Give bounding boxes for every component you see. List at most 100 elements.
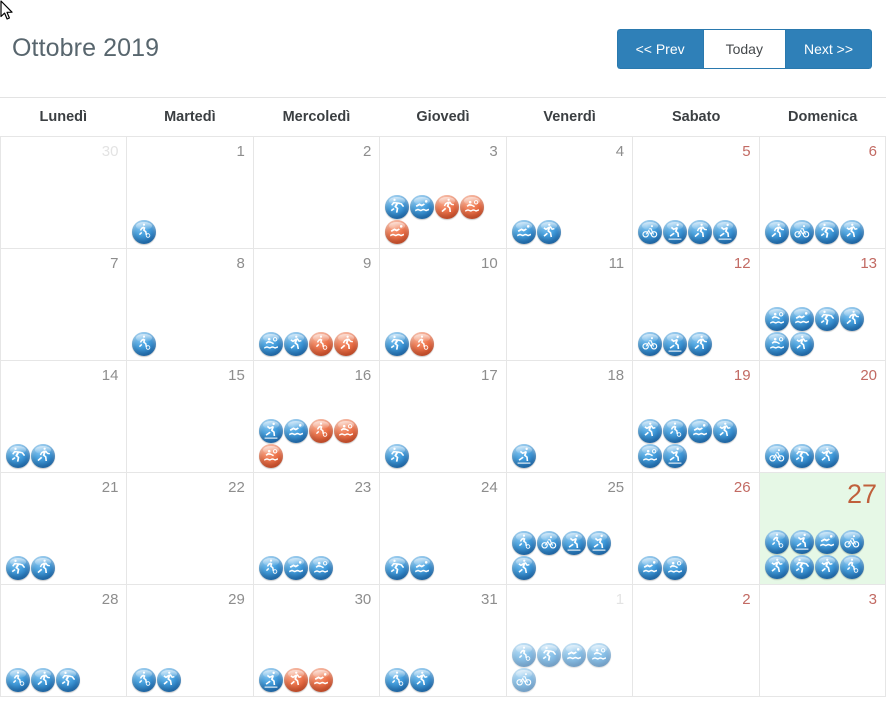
sport-dance-icon[interactable]: [814, 444, 839, 468]
sport-skating-icon[interactable]: [561, 531, 586, 555]
sport-swimming-icon[interactable]: [308, 668, 333, 692]
calendar-day-cell[interactable]: 1: [506, 585, 634, 697]
sport-swimming-icon[interactable]: [410, 556, 435, 580]
calendar-day-cell[interactable]: 14: [1, 361, 128, 473]
sport-swimming-icon[interactable]: [638, 556, 663, 580]
sport-running-icon[interactable]: [31, 556, 55, 580]
today-button[interactable]: Today: [702, 28, 786, 69]
sport-dance-icon[interactable]: [764, 555, 789, 579]
sport-running-icon[interactable]: [839, 307, 864, 331]
sport-running-icon[interactable]: [333, 332, 358, 356]
calendar-day-cell[interactable]: 20: [759, 361, 886, 473]
sport-gymnastics-icon[interactable]: [385, 195, 410, 219]
sport-running-icon[interactable]: [31, 444, 55, 468]
calendar-day-cell[interactable]: 6: [759, 137, 886, 249]
sport-skating-icon[interactable]: [258, 419, 283, 443]
calendar-day-cell[interactable]: 26: [633, 473, 760, 585]
sport-soccer-icon[interactable]: [308, 419, 333, 443]
sport-cycling-icon[interactable]: [638, 220, 663, 244]
calendar-day-cell[interactable]: 29: [127, 585, 254, 697]
sport-soccer-icon[interactable]: [511, 531, 536, 555]
sport-dance-icon[interactable]: [713, 419, 738, 443]
sport-swimming-icon[interactable]: [283, 419, 308, 443]
sport-skating-icon[interactable]: [713, 220, 738, 244]
sport-gymnastics-icon[interactable]: [536, 643, 561, 667]
sport-soccer-icon[interactable]: [258, 556, 283, 580]
sport-waterpolo-icon[interactable]: [460, 195, 485, 219]
sport-swimming-icon[interactable]: [283, 556, 308, 580]
sport-soccer-icon[interactable]: [132, 220, 157, 244]
calendar-day-cell[interactable]: 24: [380, 473, 507, 585]
sport-running-icon[interactable]: [688, 332, 713, 356]
calendar-day-cell[interactable]: 30: [253, 585, 381, 697]
sport-soccer-icon[interactable]: [410, 332, 435, 356]
calendar-day-cell[interactable]: 11: [506, 249, 634, 361]
sport-gymnastics-icon[interactable]: [385, 556, 410, 580]
calendar-day-cell[interactable]: 10: [380, 249, 507, 361]
calendar-day-cell[interactable]: 2: [633, 585, 760, 697]
sport-waterpolo-icon[interactable]: [663, 556, 688, 580]
calendar-day-cell[interactable]: 12: [633, 249, 760, 361]
sport-soccer-icon[interactable]: [839, 555, 864, 579]
calendar-day-cell[interactable]: 3: [759, 585, 886, 697]
sport-waterpolo-icon[interactable]: [258, 444, 283, 468]
sport-waterpolo-icon[interactable]: [586, 643, 611, 667]
calendar-day-cell[interactable]: 8: [127, 249, 254, 361]
sport-gymnastics-icon[interactable]: [789, 555, 814, 579]
sport-running-icon[interactable]: [435, 195, 460, 219]
calendar-day-cell[interactable]: 31: [380, 585, 507, 697]
sport-dance-icon[interactable]: [511, 556, 536, 580]
calendar-day-cell[interactable]: 18: [506, 361, 634, 473]
sport-skating-icon[interactable]: [663, 220, 688, 244]
sport-soccer-icon[interactable]: [385, 668, 410, 692]
sport-swimming-icon[interactable]: [385, 220, 410, 244]
sport-swimming-icon[interactable]: [410, 195, 435, 219]
calendar-day-cell[interactable]: 13: [759, 249, 886, 361]
calendar-day-cell[interactable]: 16: [253, 361, 381, 473]
sport-waterpolo-icon[interactable]: [764, 332, 789, 356]
next-month-button[interactable]: Next >>: [785, 28, 872, 69]
sport-gymnastics-icon[interactable]: [6, 444, 30, 468]
calendar-day-cell[interactable]: 1: [127, 137, 254, 249]
sport-cycling-icon[interactable]: [536, 531, 561, 555]
prev-month-button[interactable]: << Prev: [616, 28, 703, 69]
calendar-day-cell[interactable]: 17: [380, 361, 507, 473]
sport-cycling-icon[interactable]: [764, 444, 789, 468]
sport-running-icon[interactable]: [31, 668, 55, 692]
sport-soccer-icon[interactable]: [308, 332, 333, 356]
calendar-day-cell[interactable]: 19: [633, 361, 760, 473]
sport-waterpolo-icon[interactable]: [764, 307, 789, 331]
sport-swimming-icon[interactable]: [814, 530, 839, 554]
sport-skating-icon[interactable]: [663, 444, 688, 468]
calendar-day-cell[interactable]: 25: [506, 473, 634, 585]
calendar-day-cell[interactable]: 5: [633, 137, 760, 249]
sport-gymnastics-icon[interactable]: [6, 556, 30, 580]
sport-cycling-icon[interactable]: [839, 530, 864, 554]
sport-soccer-icon[interactable]: [663, 419, 688, 443]
sport-skating-icon[interactable]: [258, 668, 283, 692]
sport-running-icon[interactable]: [764, 220, 789, 244]
sport-swimming-icon[interactable]: [561, 643, 586, 667]
calendar-day-cell[interactable]: 30: [1, 137, 128, 249]
sport-gymnastics-icon[interactable]: [385, 332, 410, 356]
calendar-day-cell[interactable]: 7: [1, 249, 128, 361]
calendar-day-cell[interactable]: 2: [253, 137, 381, 249]
sport-dance-icon[interactable]: [638, 419, 663, 443]
sport-skating-icon[interactable]: [586, 531, 611, 555]
sport-waterpolo-icon[interactable]: [308, 556, 333, 580]
sport-gymnastics-icon[interactable]: [814, 307, 839, 331]
sport-dance-icon[interactable]: [410, 668, 435, 692]
sport-gymnastics-icon[interactable]: [385, 444, 410, 468]
sport-soccer-icon[interactable]: [6, 668, 30, 692]
sport-swimming-icon[interactable]: [789, 307, 814, 331]
sport-dance-icon[interactable]: [157, 668, 182, 692]
sport-cycling-icon[interactable]: [789, 220, 814, 244]
calendar-day-cell[interactable]: 22: [127, 473, 254, 585]
sport-skating-icon[interactable]: [789, 530, 814, 554]
sport-gymnastics-icon[interactable]: [789, 444, 814, 468]
calendar-day-cell[interactable]: 4: [506, 137, 634, 249]
sport-soccer-icon[interactable]: [511, 643, 536, 667]
calendar-day-cell[interactable]: 15: [127, 361, 254, 473]
sport-dance-icon[interactable]: [536, 220, 561, 244]
calendar-day-cell[interactable]: 21: [1, 473, 128, 585]
